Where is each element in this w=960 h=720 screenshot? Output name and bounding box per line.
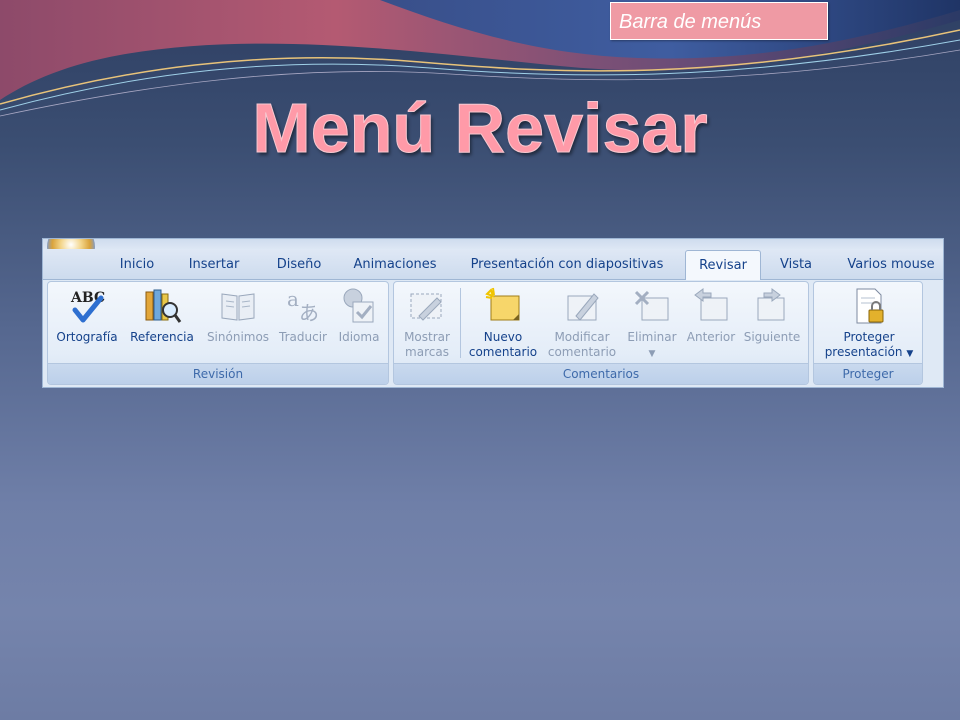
language-globe-icon bbox=[343, 288, 374, 323]
ribbon-screenshot: Inicio Insertar Diseño Animaciones Prese… bbox=[42, 238, 944, 388]
nuevo-comentario-button[interactable]: Nuevo comentario bbox=[464, 286, 542, 360]
edit-comment-icon bbox=[567, 293, 599, 321]
group-proteger: Proteger presentación ▼ Proteger bbox=[813, 281, 923, 385]
idioma-label: Idioma bbox=[338, 330, 380, 344]
translate-icon: a あ bbox=[287, 287, 319, 325]
tab-diseno[interactable]: Diseño bbox=[271, 255, 327, 277]
eliminar-label: Eliminar bbox=[627, 330, 677, 344]
modificar-comentario-button[interactable]: Modificar comentario bbox=[544, 286, 620, 360]
proteger-presentacion-label-1: Proteger bbox=[843, 330, 895, 344]
chevron-down-icon: ▼ bbox=[648, 349, 656, 359]
nuevo-comentario-label-2: comentario bbox=[468, 345, 538, 359]
tab-revisar[interactable]: Revisar bbox=[685, 250, 761, 280]
delete-comment-icon bbox=[634, 290, 669, 321]
group-revision: ABC Ortografía Referencia Sinónimos a あ … bbox=[47, 281, 389, 385]
proteger-presentacion-button[interactable]: Proteger presentación ▼ bbox=[818, 286, 920, 362]
chevron-down-icon: ▼ bbox=[906, 349, 914, 359]
tab-vista[interactable]: Vista bbox=[771, 255, 821, 277]
idioma-button[interactable]: Idioma bbox=[332, 286, 386, 345]
ortografia-button[interactable]: ABC Ortografía bbox=[52, 286, 122, 345]
separator bbox=[460, 288, 461, 358]
sinonimos-label: Sinónimos bbox=[206, 330, 270, 344]
slide-title: Menú Revisar bbox=[252, 89, 708, 168]
siguiente-label: Siguiente bbox=[743, 330, 801, 344]
anterior-button[interactable]: Anterior bbox=[682, 286, 740, 345]
menu-bar-link[interactable]: Barra de menús bbox=[610, 2, 828, 40]
anterior-label: Anterior bbox=[686, 330, 736, 344]
tab-animaciones[interactable]: Animaciones bbox=[349, 255, 441, 277]
mostrar-marcas-button[interactable]: Mostrar marcas bbox=[396, 286, 458, 360]
referencia-button[interactable]: Referencia bbox=[124, 286, 200, 345]
modificar-comentario-label-1: Modificar bbox=[554, 330, 610, 344]
group-revision-label: Revisión bbox=[48, 363, 388, 384]
previous-comment-icon bbox=[694, 288, 728, 321]
group-comentarios: Mostrar marcas Nuevo comentario Modifica… bbox=[393, 281, 809, 385]
nuevo-comentario-label-1: Nuevo bbox=[483, 330, 523, 344]
thesaurus-book-icon bbox=[221, 293, 255, 321]
modificar-comentario-label-2: comentario bbox=[547, 345, 617, 359]
spellcheck-abc-icon: ABC bbox=[70, 290, 105, 323]
proteger-presentacion-label-2: presentación bbox=[824, 345, 903, 359]
show-markup-icon bbox=[410, 293, 442, 321]
group-proteger-label: Proteger bbox=[814, 363, 922, 384]
tab-insertar[interactable]: Insertar bbox=[183, 255, 245, 277]
sinonimos-button[interactable]: Sinónimos bbox=[202, 286, 274, 345]
protect-document-lock-icon bbox=[856, 288, 884, 324]
ortografia-label: Ortografía bbox=[56, 330, 118, 344]
traducir-button[interactable]: a あ Traducir bbox=[274, 286, 332, 345]
research-books-icon bbox=[145, 289, 182, 323]
tab-varios-mouse[interactable]: Varios mouse bbox=[841, 255, 941, 277]
ribbon-tabs: Inicio Insertar Diseño Animaciones Prese… bbox=[43, 249, 943, 280]
siguiente-button[interactable]: Siguiente bbox=[740, 286, 804, 345]
next-comment-icon bbox=[757, 288, 785, 321]
group-comentarios-label: Comentarios bbox=[394, 363, 808, 384]
new-comment-icon bbox=[485, 287, 520, 321]
traducir-label: Traducir bbox=[279, 330, 327, 344]
mostrar-marcas-label-2: marcas bbox=[405, 345, 449, 359]
tab-presentacion-con-diapositivas[interactable]: Presentación con diapositivas bbox=[467, 255, 667, 277]
referencia-label: Referencia bbox=[130, 330, 194, 344]
eliminar-button[interactable]: Eliminar ▼ bbox=[622, 286, 682, 362]
svg-text:あ: あ bbox=[299, 301, 319, 325]
tab-inicio[interactable]: Inicio bbox=[113, 255, 161, 277]
svg-text:a: a bbox=[287, 287, 299, 311]
mostrar-marcas-label-1: Mostrar bbox=[404, 330, 450, 344]
